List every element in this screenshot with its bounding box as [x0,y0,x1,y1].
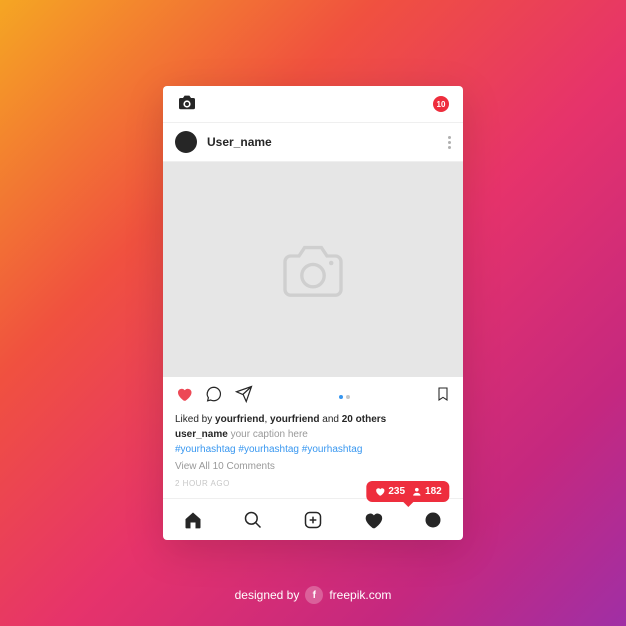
profile-tab-icon[interactable] [422,509,444,531]
post-header: User_name [163,122,463,162]
liked-by-friend[interactable]: yourfriend [270,414,319,425]
activity-likes-count: 235 [388,486,405,497]
notification-badge[interactable]: 10 [433,96,449,112]
instagram-post-card: 10 User_name Liked by yo [163,86,463,540]
liked-by-friend[interactable]: yourfriend [215,414,264,425]
tab-bar: 235 182 [163,498,463,540]
caption-text: your caption here [228,429,308,440]
follower-icon [411,486,422,497]
dot-inactive [346,395,350,399]
carousel-dots [265,395,423,399]
post-image-placeholder[interactable] [163,162,463,377]
footer-prefix: designed by [235,588,300,602]
footer-brand[interactable]: freepik.com [329,588,391,602]
attribution-footer: designed by f freepik.com [0,586,626,604]
liked-by-others[interactable]: 20 others [342,414,386,425]
comment-icon[interactable] [205,385,223,408]
home-tab-icon[interactable] [182,509,204,531]
dot-active [339,395,343,399]
more-options-icon[interactable] [448,136,451,149]
post-username[interactable]: User_name [207,135,438,149]
likes-text: Liked by yourfriend, yourfriend and 20 o… [175,412,451,427]
hashtag-line: #yourhashtag #yourhashtag #yourhashtag [175,442,451,457]
view-all-comments[interactable]: View All 10 Comments [175,459,451,474]
top-bar: 10 [163,86,463,122]
like-icon[interactable] [175,385,193,408]
activity-tab-icon[interactable]: 235 182 [362,509,384,531]
avatar[interactable] [175,131,197,153]
hashtag[interactable]: #yourhashtag [238,444,299,455]
caption-username[interactable]: user_name [175,429,228,440]
camera-icon[interactable] [177,94,197,115]
freepik-logo-icon: f [305,586,323,604]
action-bar [163,377,463,412]
hashtag[interactable]: #yourhashtag [175,444,236,455]
caption-line: user_name your caption here [175,427,451,442]
activity-followers-count: 182 [425,486,442,497]
add-post-tab-icon[interactable] [302,509,324,531]
search-tab-icon[interactable] [242,509,264,531]
share-icon[interactable] [235,385,253,408]
hashtag[interactable]: #yourhashtag [302,444,363,455]
bookmark-icon[interactable] [435,385,451,408]
camera-placeholder-icon [278,242,348,298]
heart-icon [374,486,385,497]
activity-popup: 235 182 [366,481,449,502]
